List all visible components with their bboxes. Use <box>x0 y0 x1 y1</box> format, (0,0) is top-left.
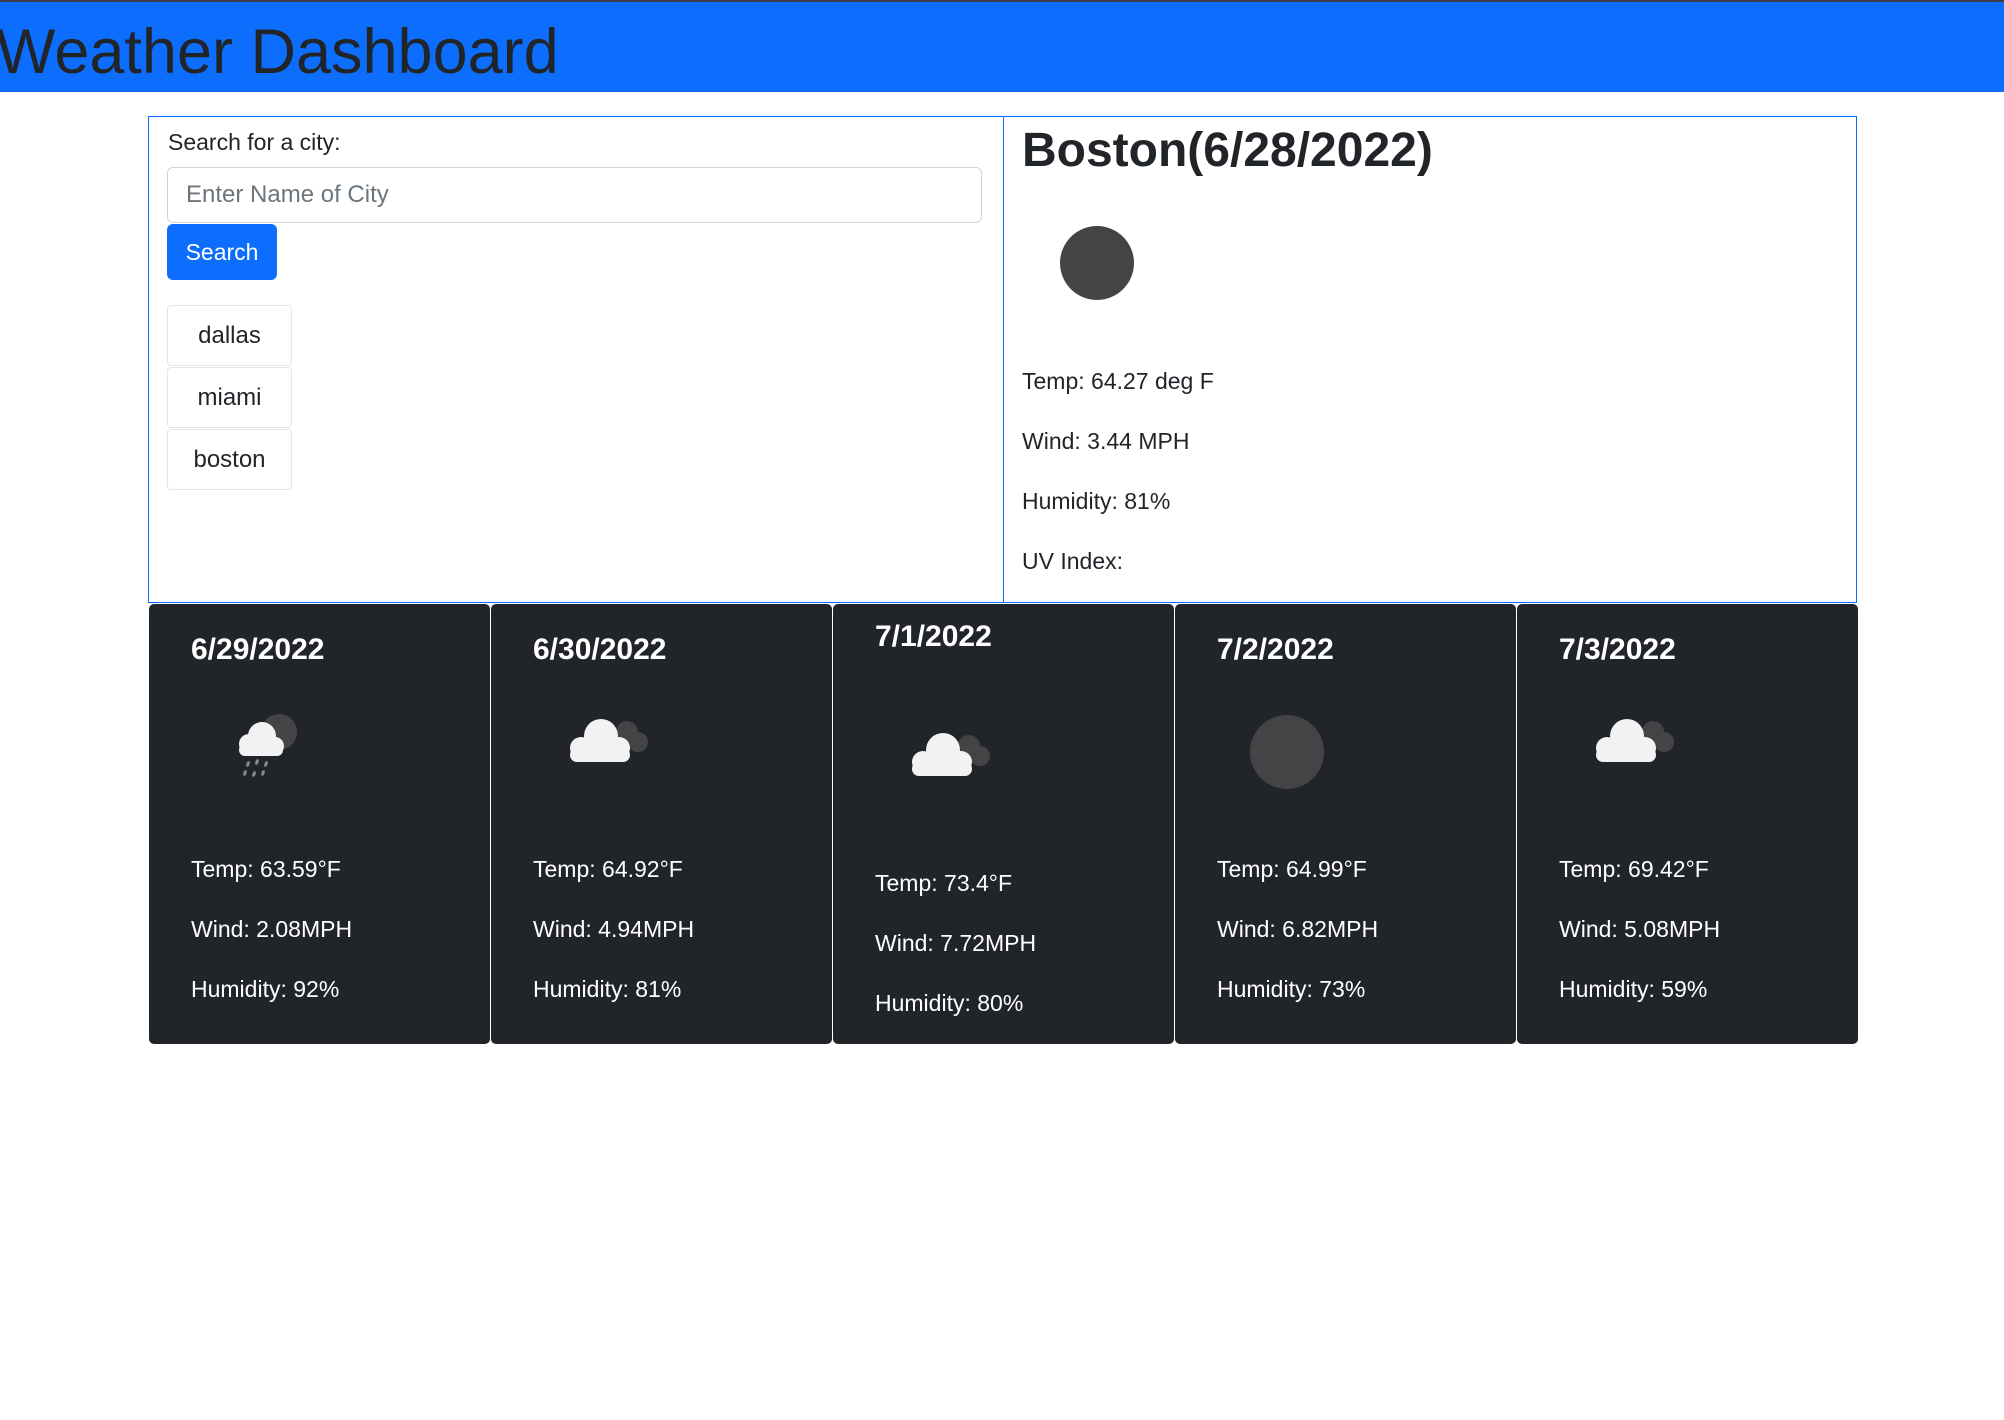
forecast-date: 6/29/2022 <box>191 633 325 666</box>
current-weather-panel: Boston(6/28/2022) Temp: 64.27 deg F Wind… <box>1003 116 1857 603</box>
forecast-date: 6/30/2022 <box>533 633 667 666</box>
forecast-wind: Wind: 2.08MPH <box>191 916 353 942</box>
broken-clouds-icon <box>1596 719 1674 762</box>
forecast-humidity: Humidity: 80% <box>875 990 1024 1016</box>
history-item-miami[interactable]: miami <box>167 367 292 428</box>
current-temp: Temp: 64.27 deg F <box>1022 368 1214 394</box>
history-item-boston[interactable]: boston <box>167 429 292 490</box>
forecast-date: 7/3/2022 <box>1559 633 1676 666</box>
forecast-temp: Temp: 69.42°F <box>1559 856 1709 882</box>
current-uv-index: UV Index: <box>1022 548 1123 574</box>
forecast-temp: Temp: 64.99°F <box>1217 856 1367 882</box>
forecast-temp: Temp: 73.4°F <box>875 870 1013 896</box>
dark-circle-icon <box>1250 715 1324 789</box>
page-title: Weather Dashboard <box>0 17 559 87</box>
history-item-dallas[interactable]: dallas <box>167 305 292 366</box>
rain-cloud-icon <box>239 714 297 777</box>
search-panel: Search for a city: Search dallas miami b… <box>148 116 1004 603</box>
forecast-wind: Wind: 4.94MPH <box>533 916 695 942</box>
current-wind: Wind: 3.44 MPH <box>1022 428 1190 454</box>
header-bar: Weather Dashboard <box>0 0 2004 92</box>
broken-clouds-icon <box>570 719 648 762</box>
broken-clouds-icon <box>912 733 990 776</box>
forecast-humidity: Humidity: 59% <box>1559 976 1708 1002</box>
forecast-humidity: Humidity: 73% <box>1217 976 1366 1002</box>
forecast-humidity: Humidity: 81% <box>533 976 682 1002</box>
forecast-temp: Temp: 64.92°F <box>533 856 683 882</box>
current-city-title: Boston(6/28/2022) <box>1022 124 1433 177</box>
search-button[interactable]: Search <box>167 224 277 280</box>
forecast-card: 6/29/2022 Temp: 63.59°F Wind: 2.08MPH Hu… <box>149 604 490 1044</box>
forecast-wind: Wind: 7.72MPH <box>875 930 1037 956</box>
dark-circle-icon <box>1060 226 1134 300</box>
forecast-card: 6/30/2022 Temp: 64.92°F Wind: 4.94MPH Hu… <box>491 604 832 1044</box>
forecast-humidity: Humidity: 92% <box>191 976 340 1002</box>
forecast-wind: Wind: 6.82MPH <box>1217 916 1379 942</box>
current-humidity: Humidity: 81% <box>1022 488 1171 514</box>
forecast-date: 7/1/2022 <box>875 620 992 653</box>
forecast-wind: Wind: 5.08MPH <box>1559 916 1721 942</box>
city-search-input[interactable] <box>167 167 982 223</box>
search-history-list: dallas miami boston <box>167 305 292 491</box>
forecast-temp: Temp: 63.59°F <box>191 856 341 882</box>
forecast-card: 7/2/2022 Temp: 64.99°F Wind: 6.82MPH Hum… <box>1175 604 1516 1044</box>
search-label: Search for a city: <box>168 129 341 155</box>
forecast-card: 7/1/2022 Temp: 73.4°F Wind: 7.72MPH Humi… <box>833 604 1174 1044</box>
forecast-date: 7/2/2022 <box>1217 633 1334 666</box>
forecast-card: 7/3/2022 Temp: 69.42°F Wind: 5.08MPH Hum… <box>1517 604 1858 1044</box>
